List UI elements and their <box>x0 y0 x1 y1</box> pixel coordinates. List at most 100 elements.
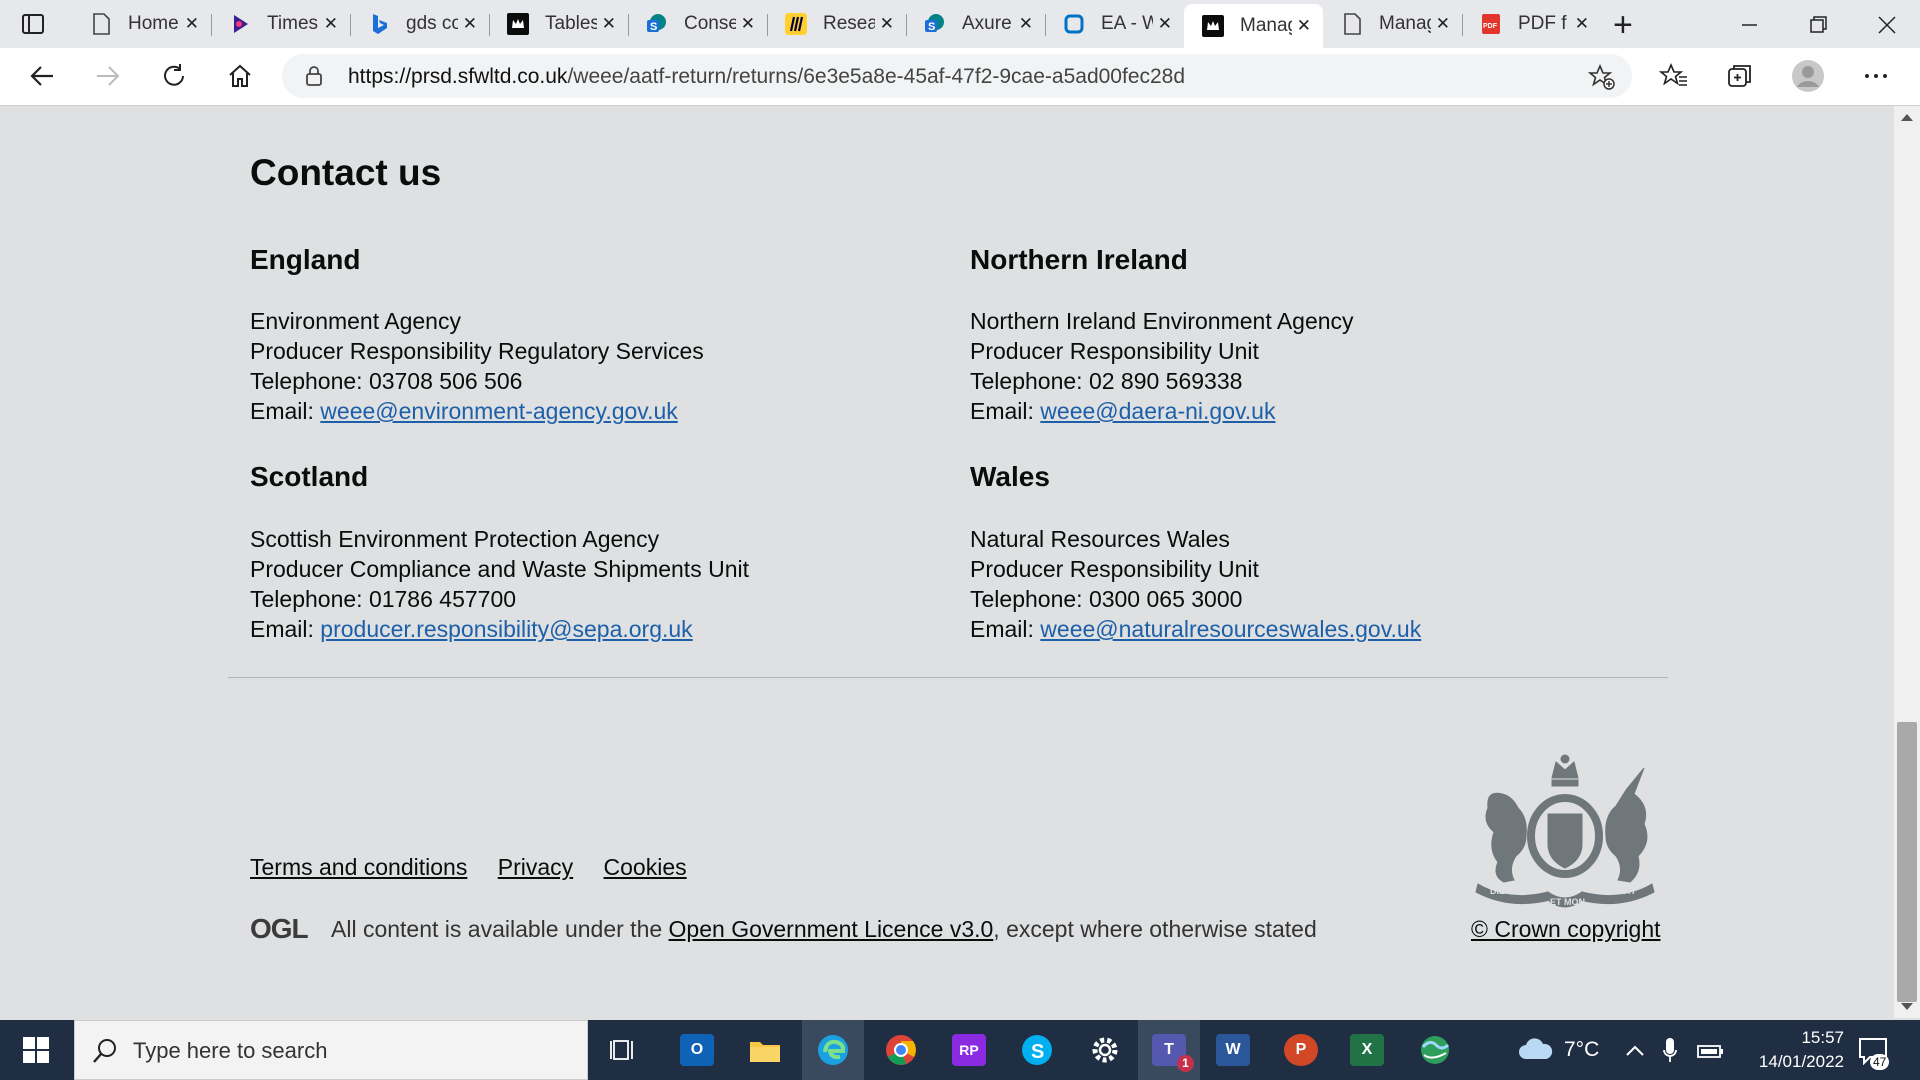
chrome-icon[interactable] <box>870 1020 932 1080</box>
org-name: Environment Agency <box>250 308 461 334</box>
favorites-icon[interactable] <box>1654 56 1694 96</box>
email-label: Email: <box>970 398 1041 424</box>
crest-motto-et-mon: ET MON <box>1550 897 1585 907</box>
scroll-down-arrow-icon[interactable] <box>1901 1003 1913 1010</box>
battery-icon[interactable] <box>1696 1020 1726 1080</box>
page-title: Contact us <box>250 152 442 193</box>
close-window-button[interactable] <box>1872 10 1902 40</box>
home-button[interactable] <box>220 56 260 96</box>
footer-link-terms[interactable]: Terms and conditions <box>250 854 467 880</box>
taskbar-search-box[interactable]: Type here to search <box>74 1020 588 1080</box>
new-tab-button[interactable]: + <box>1613 6 1643 44</box>
close-tab-icon[interactable]: ✕ <box>324 14 338 34</box>
browser-tab[interactable]: Tables ✕ <box>489 4 628 44</box>
outlook-icon[interactable]: O <box>666 1020 728 1080</box>
browser-tab[interactable]: gds conte✕ <box>350 4 489 44</box>
tab-title: Manage <box>1240 15 1292 36</box>
microphone-icon[interactable] <box>1662 1020 1678 1080</box>
licence-link[interactable]: Open Government Licence v3.0 <box>669 916 994 942</box>
browser-tab[interactable]: Manage✕ <box>1184 4 1323 48</box>
email-link-northern-ireland[interactable]: weee@daera-ni.gov.uk <box>1040 398 1275 424</box>
tab-title: Axure <box>962 13 1012 34</box>
word-icon[interactable]: W <box>1202 1020 1264 1080</box>
url-text[interactable]: https://prsd.sfwltd.co.uk/weee/aatf-retu… <box>348 65 1185 89</box>
rp-app-icon[interactable]: RP <box>938 1020 1000 1080</box>
tab-title: Consent <box>684 13 736 34</box>
browser-tab[interactable]: Research✕ <box>767 4 906 44</box>
collections-icon[interactable] <box>1720 56 1760 96</box>
profile-avatar[interactable] <box>1788 56 1828 96</box>
email-link-scotland[interactable]: producer.responsibility@sepa.org.uk <box>320 616 692 642</box>
skype-icon[interactable]: S <box>1006 1020 1068 1080</box>
close-tab-icon[interactable]: ✕ <box>1158 14 1172 34</box>
org-name: Natural Resources Wales <box>970 526 1230 552</box>
telephone-line: Telephone: 0300 065 3000 <box>970 584 1421 614</box>
windows-start-icon[interactable] <box>0 1020 72 1080</box>
add-favorite-icon[interactable] <box>1587 63 1616 91</box>
bing-icon <box>368 13 390 35</box>
org-name: Scottish Environment Protection Agency <box>250 526 660 552</box>
file-explorer-icon[interactable] <box>734 1020 796 1080</box>
svg-text:PDF: PDF <box>1483 23 1498 30</box>
email-link-wales[interactable]: weee@naturalresourceswales.gov.uk <box>1040 616 1421 642</box>
clock-date: 14/01/2022 <box>1758 1052 1844 1071</box>
unit-name: Producer Compliance and Waste Shipments … <box>250 556 749 582</box>
crest-motto-droit: DROIT <box>1608 886 1637 896</box>
close-tab-icon[interactable]: ✕ <box>463 14 477 34</box>
email-link-england[interactable]: weee@environment-agency.gov.uk <box>320 398 677 424</box>
email-label: Email: <box>970 616 1041 642</box>
lock-icon[interactable] <box>304 65 324 87</box>
close-tab-icon[interactable]: ✕ <box>1436 14 1450 34</box>
close-tab-icon[interactable]: ✕ <box>602 14 616 34</box>
teams-icon[interactable]: T1 <box>1138 1020 1200 1080</box>
url-path: /weee/aatf-return/returns/6e3e5a8e-45af-… <box>567 65 1186 88</box>
browser-tab[interactable]: PDF PDF f ✕ <box>1462 4 1601 44</box>
crown-icon <box>507 13 529 35</box>
clock-time: 15:57 <box>1801 1028 1844 1047</box>
task-view-icon[interactable] <box>592 1020 654 1080</box>
back-button[interactable] <box>22 56 62 96</box>
restore-window-button[interactable] <box>1803 10 1833 40</box>
email-label: Email: <box>250 398 321 424</box>
tab-title: Manage <box>1379 13 1431 34</box>
scroll-up-arrow-icon[interactable] <box>1901 114 1913 121</box>
browser-tab[interactable]: S Axure ✕ <box>906 4 1045 44</box>
close-tab-icon[interactable]: ✕ <box>880 14 894 34</box>
browser-tab[interactable]: EA - W ✕ <box>1045 4 1184 44</box>
tab-actions-icon[interactable] <box>20 12 46 36</box>
close-tab-icon[interactable]: ✕ <box>1019 14 1033 34</box>
close-tab-icon[interactable]: ✕ <box>1575 14 1589 34</box>
telephone-line: Telephone: 03708 506 506 <box>250 366 704 396</box>
close-tab-icon[interactable]: ✕ <box>185 14 199 34</box>
edge-icon[interactable] <box>802 1020 864 1080</box>
settings-gear-icon[interactable] <box>1074 1020 1136 1080</box>
globe-app-icon[interactable] <box>1404 1020 1466 1080</box>
close-tab-icon[interactable]: ✕ <box>1297 16 1311 36</box>
region-heading-northern-ireland: Northern Ireland <box>970 244 1188 275</box>
excel-icon[interactable]: X <box>1336 1020 1398 1080</box>
sharepoint-icon: S <box>924 13 946 35</box>
tab-title: EA - W <box>1101 13 1153 34</box>
system-clock[interactable]: 15:57 14/01/2022 <box>1752 1020 1844 1080</box>
refresh-button[interactable] <box>154 56 194 96</box>
crown-copyright-link[interactable]: © Crown copyright <box>1471 916 1661 943</box>
footer-link-cookies[interactable]: Cookies <box>604 854 687 880</box>
powerpoint-icon[interactable]: P <box>1270 1020 1332 1080</box>
url-host: https://prsd.sfwltd.co.uk <box>348 65 568 88</box>
close-tab-icon[interactable]: ✕ <box>741 14 755 34</box>
show-hidden-icons-chevron-icon[interactable] <box>1624 1020 1646 1080</box>
weather-widget[interactable]: 7°C <box>1516 1020 1599 1080</box>
browser-tab[interactable]: Home ✕ <box>72 4 211 44</box>
browser-tab[interactable]: Timesheet✕ <box>211 4 350 44</box>
notifications-icon[interactable]: 47 <box>1856 1020 1890 1080</box>
pdf-icon: PDF <box>1480 13 1502 35</box>
browser-tab[interactable]: S Consent✕ <box>628 4 767 44</box>
more-options-icon[interactable] <box>1856 56 1896 96</box>
scrollbar-thumb[interactable] <box>1897 722 1917 1002</box>
telephone-label: Telephone: <box>970 586 1089 612</box>
forward-button[interactable] <box>88 56 128 96</box>
browser-tab[interactable]: Manage✕ <box>1323 4 1462 44</box>
address-bar[interactable]: https://prsd.sfwltd.co.uk/weee/aatf-retu… <box>282 54 1632 98</box>
minimize-window-button[interactable] <box>1735 10 1765 40</box>
footer-link-privacy[interactable]: Privacy <box>498 854 573 880</box>
